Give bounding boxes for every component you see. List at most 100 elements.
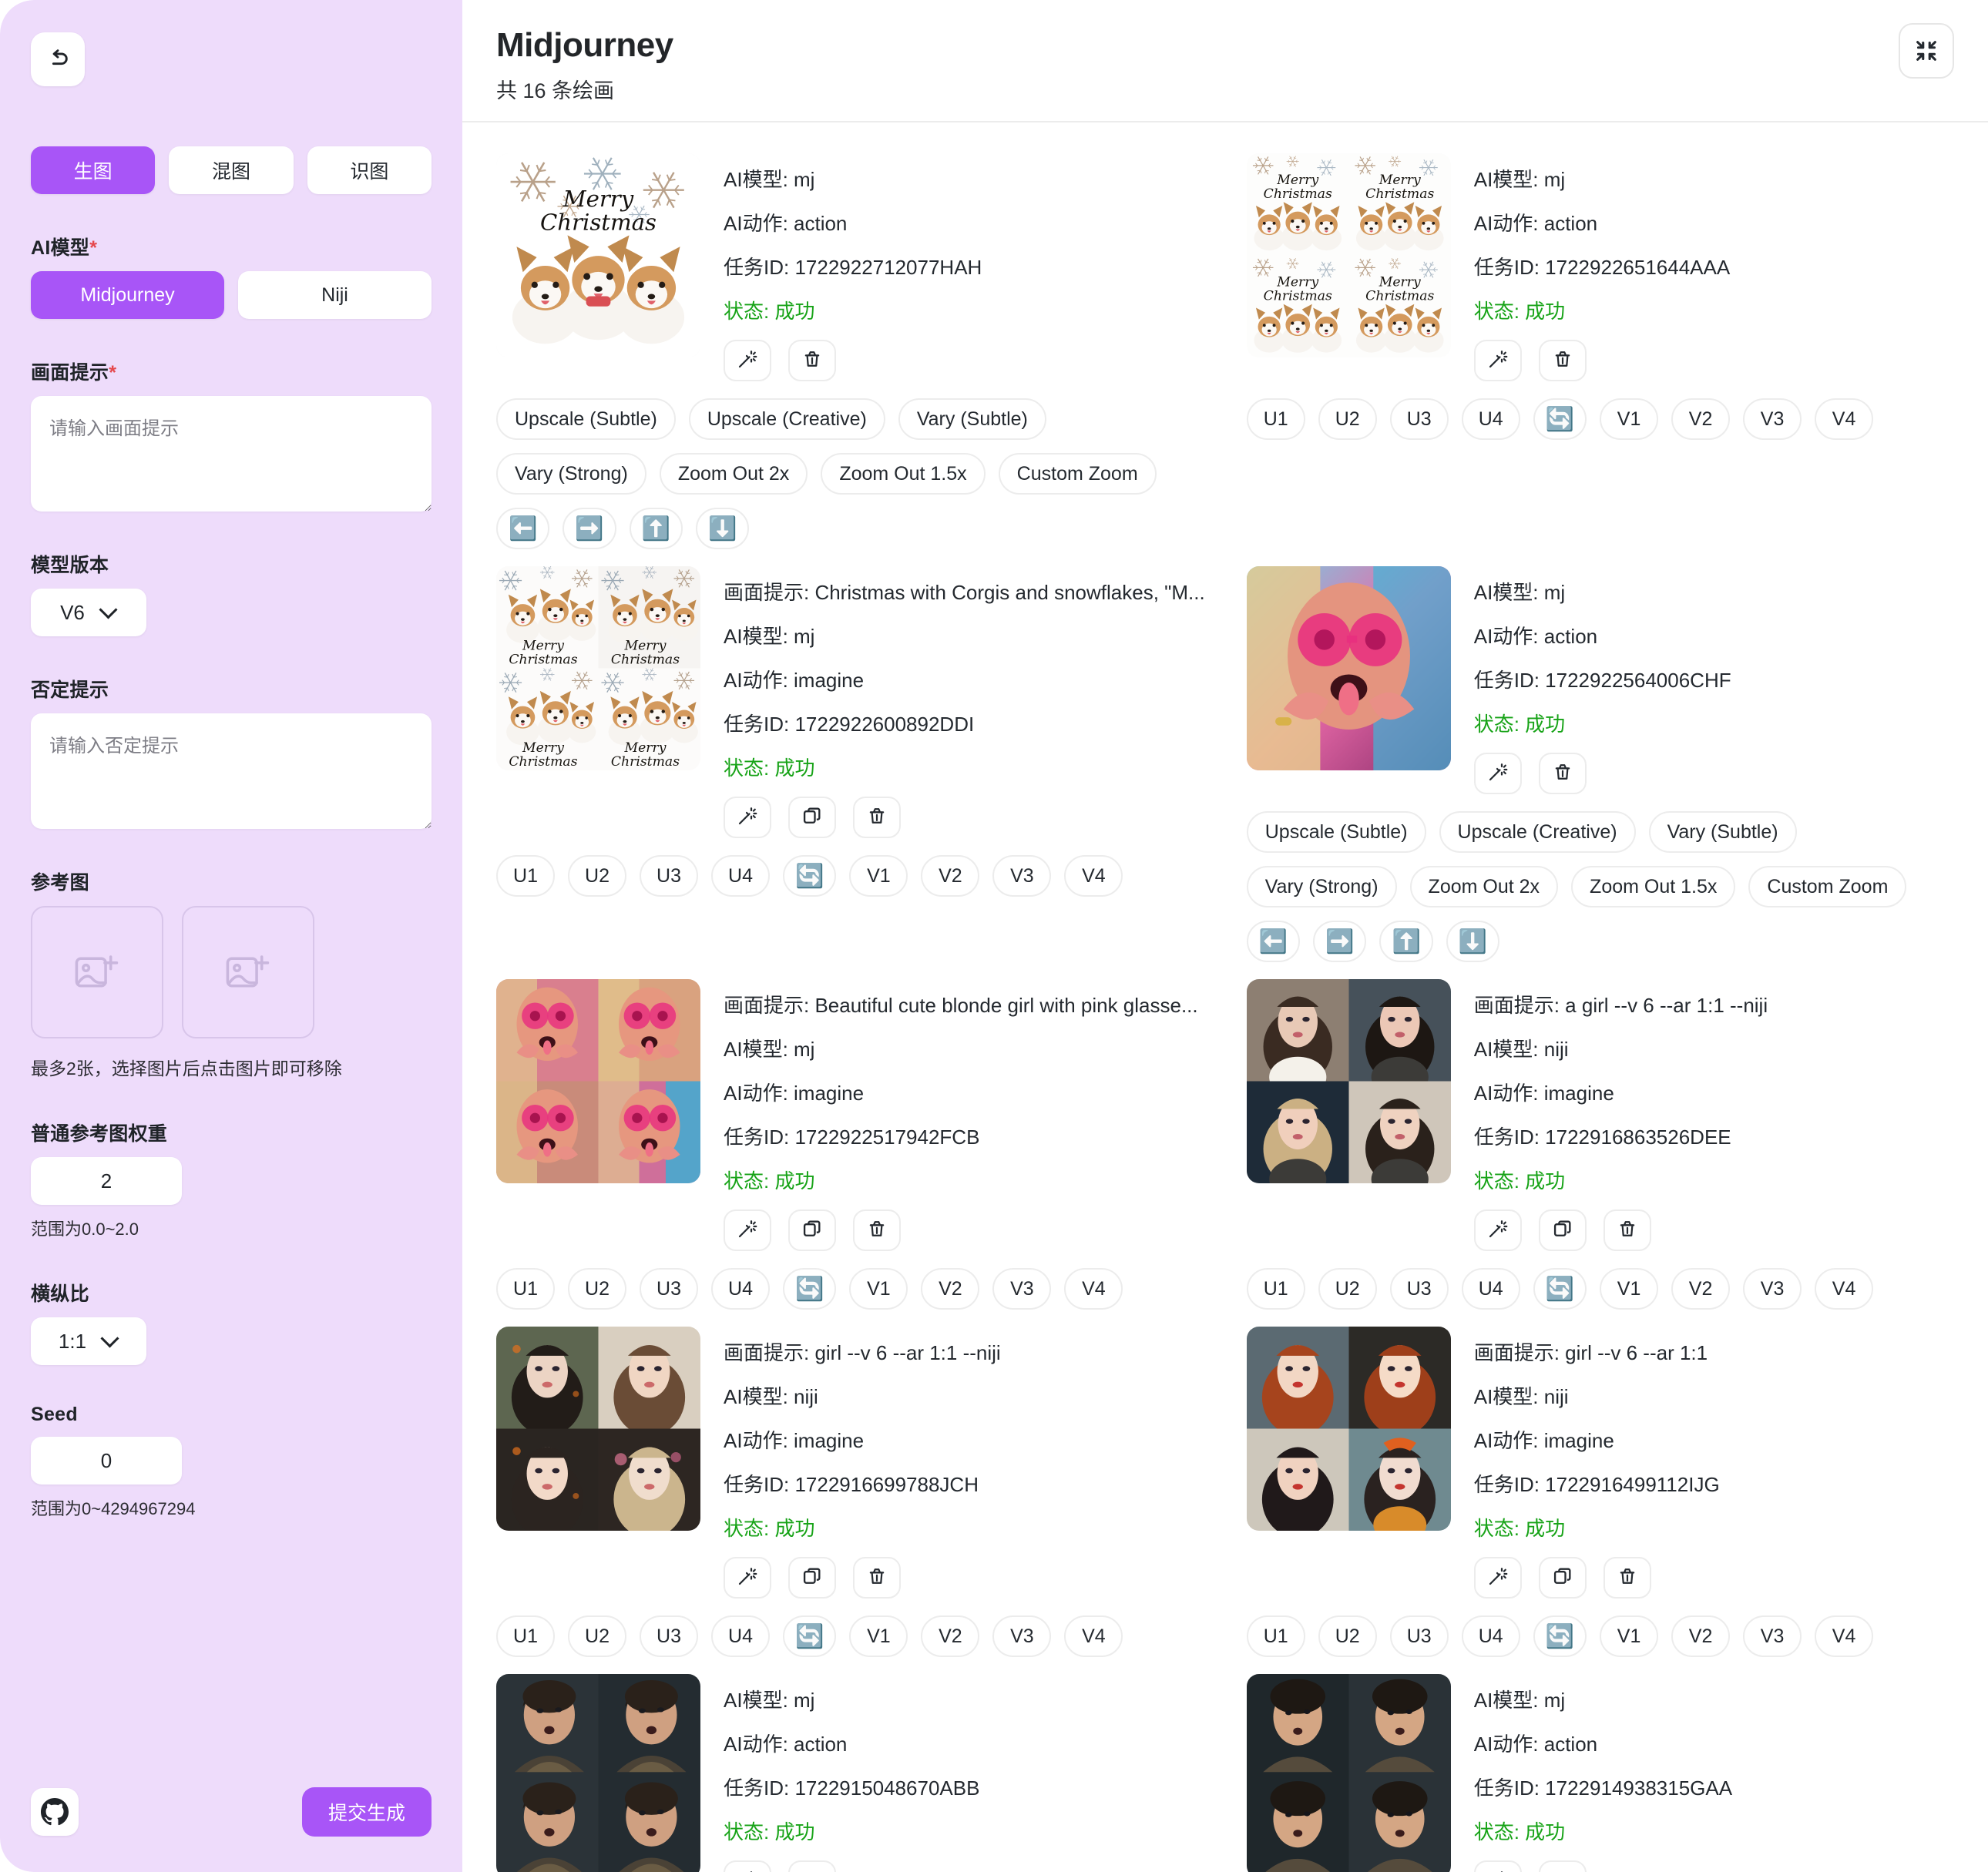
magic-wand-button[interactable] — [724, 340, 771, 381]
chip-v2-button[interactable]: V2 — [921, 1615, 980, 1657]
chip-u2-button[interactable]: U2 — [1318, 1268, 1377, 1310]
chip-u3-button[interactable]: U3 — [1389, 1268, 1449, 1310]
chip-u2-button[interactable]: U2 — [568, 855, 626, 897]
chip-v2-button[interactable]: V2 — [921, 855, 980, 897]
reference-image-slot-2[interactable] — [182, 906, 314, 1038]
chip-custom-zoom-button[interactable]: Custom Zoom — [1748, 866, 1907, 907]
chip-v4-button[interactable]: V4 — [1064, 1268, 1123, 1310]
result-thumbnail[interactable]: Merry Christmas Merry Christmas Merry Christm… — [496, 566, 700, 770]
chip-upscale-subtle-button[interactable]: Upscale (Subtle) — [1246, 811, 1426, 853]
magic-wand-button[interactable] — [1473, 753, 1522, 794]
chip-v1-button[interactable]: V1 — [1600, 398, 1659, 440]
reroll-button[interactable]: 🔄 — [783, 1268, 837, 1310]
trash-button[interactable] — [853, 1209, 901, 1251]
result-thumbnail[interactable] — [496, 1327, 700, 1531]
chip-v4-button[interactable]: V4 — [1064, 1615, 1123, 1657]
chip-v2-button[interactable]: V2 — [1671, 1268, 1731, 1310]
copy-button[interactable] — [1538, 1557, 1587, 1599]
github-link[interactable] — [31, 1788, 79, 1836]
magic-wand-button[interactable] — [724, 1557, 771, 1599]
chip-u3-button[interactable]: U3 — [1389, 398, 1449, 440]
chip-u1-button[interactable]: U1 — [1246, 1268, 1305, 1310]
chip-zoom-out-1-5x-button[interactable]: Zoom Out 1.5x — [1571, 866, 1736, 907]
chip-v4-button[interactable]: V4 — [1815, 1615, 1874, 1657]
chip-u3-button[interactable]: U3 — [640, 1615, 698, 1657]
magic-wand-button[interactable] — [724, 1860, 771, 1872]
back-button[interactable] — [31, 32, 85, 86]
chip-v1-button[interactable]: V1 — [1600, 1615, 1659, 1657]
chip-u1-button[interactable]: U1 — [1246, 1615, 1305, 1657]
chip-u1-button[interactable]: U1 — [496, 1268, 555, 1310]
trash-button[interactable] — [853, 1557, 901, 1599]
chip-v1-button[interactable]: V1 — [1600, 1268, 1659, 1310]
chip-v3-button[interactable]: V3 — [992, 1615, 1052, 1657]
copy-button[interactable] — [788, 1557, 836, 1599]
tab-describe[interactable]: 识图 — [307, 146, 432, 194]
chip-v3-button[interactable]: V3 — [992, 1268, 1052, 1310]
chip-v1-button[interactable]: V1 — [849, 1268, 908, 1310]
chip-vary-strong-button[interactable]: Vary (Strong) — [496, 453, 646, 495]
chip-v4-button[interactable]: V4 — [1815, 398, 1874, 440]
chip-u3-button[interactable]: U3 — [640, 855, 698, 897]
chip-vary-strong-button[interactable]: Vary (Strong) — [1246, 866, 1397, 907]
chip-u3-button[interactable]: U3 — [1389, 1615, 1449, 1657]
image-weight-input[interactable] — [31, 1157, 182, 1205]
reference-image-slot-1[interactable] — [31, 906, 163, 1038]
chip-u4-button[interactable]: U4 — [711, 855, 770, 897]
trash-button[interactable] — [788, 1860, 836, 1872]
result-thumbnail[interactable] — [1246, 979, 1451, 1183]
result-thumbnail[interactable] — [496, 1674, 700, 1872]
chip-u1-button[interactable]: U1 — [496, 855, 555, 897]
chip-v2-button[interactable]: V2 — [1671, 1615, 1731, 1657]
submit-generate-button[interactable]: 提交生成 — [301, 1787, 432, 1837]
pan-down-button[interactable]: ⬇️ — [696, 508, 750, 549]
chip-vary-subtle-button[interactable]: Vary (Subtle) — [898, 398, 1046, 440]
chip-zoom-out-1-5x-button[interactable]: Zoom Out 1.5x — [821, 453, 986, 495]
magic-wand-button[interactable] — [1473, 1860, 1522, 1872]
result-thumbnail[interactable] — [1246, 1674, 1451, 1872]
chip-u3-button[interactable]: U3 — [640, 1268, 698, 1310]
trash-button[interactable] — [853, 797, 901, 838]
pan-right-button[interactable]: ➡️ — [1313, 921, 1367, 962]
chip-zoom-out-2x-button[interactable]: Zoom Out 2x — [1409, 866, 1559, 907]
tab-blend[interactable]: 混图 — [169, 146, 294, 194]
magic-wand-button[interactable] — [724, 797, 771, 838]
chip-upscale-subtle-button[interactable]: Upscale (Subtle) — [496, 398, 676, 440]
result-thumbnail[interactable] — [1246, 566, 1451, 770]
reroll-button[interactable]: 🔄 — [783, 1615, 837, 1657]
collapse-button[interactable] — [1899, 23, 1954, 79]
chip-v2-button[interactable]: V2 — [921, 1268, 980, 1310]
chip-v4-button[interactable]: V4 — [1064, 855, 1123, 897]
result-thumbnail[interactable] — [1246, 1327, 1451, 1531]
chip-v3-button[interactable]: V3 — [992, 855, 1052, 897]
prompt-input[interactable] — [31, 396, 432, 512]
reroll-button[interactable]: 🔄 — [1533, 1615, 1587, 1657]
pan-right-button[interactable]: ➡️ — [562, 508, 616, 549]
chip-u4-button[interactable]: U4 — [711, 1615, 770, 1657]
trash-button[interactable] — [1603, 1209, 1651, 1251]
chip-v1-button[interactable]: V1 — [849, 1615, 908, 1657]
chip-u4-button[interactable]: U4 — [1461, 1615, 1520, 1657]
chip-upscale-creative-button[interactable]: Upscale (Creative) — [1439, 811, 1636, 853]
negative-prompt-input[interactable] — [31, 713, 432, 829]
chip-u4-button[interactable]: U4 — [711, 1268, 770, 1310]
chip-u4-button[interactable]: U4 — [1461, 1268, 1520, 1310]
trash-button[interactable] — [788, 340, 836, 381]
chip-v3-button[interactable]: V3 — [1743, 1615, 1802, 1657]
pan-up-button[interactable]: ⬆️ — [629, 508, 683, 549]
pan-left-button[interactable]: ⬅️ — [496, 508, 550, 549]
reroll-button[interactable]: 🔄 — [1533, 398, 1587, 440]
pan-up-button[interactable]: ⬆️ — [1379, 921, 1433, 962]
magic-wand-button[interactable] — [1473, 1209, 1522, 1251]
pan-down-button[interactable]: ⬇️ — [1446, 921, 1500, 962]
model-version-select[interactable]: V6 — [31, 589, 146, 636]
chip-v1-button[interactable]: V1 — [849, 855, 908, 897]
aspect-ratio-select[interactable]: 1:1 — [31, 1317, 146, 1365]
reroll-button[interactable]: 🔄 — [1533, 1268, 1587, 1310]
chip-v3-button[interactable]: V3 — [1743, 1268, 1802, 1310]
trash-button[interactable] — [1538, 340, 1587, 381]
chip-v4-button[interactable]: V4 — [1815, 1268, 1874, 1310]
chip-vary-subtle-button[interactable]: Vary (Subtle) — [1648, 811, 1797, 853]
copy-button[interactable] — [788, 797, 836, 838]
chip-v3-button[interactable]: V3 — [1743, 398, 1802, 440]
